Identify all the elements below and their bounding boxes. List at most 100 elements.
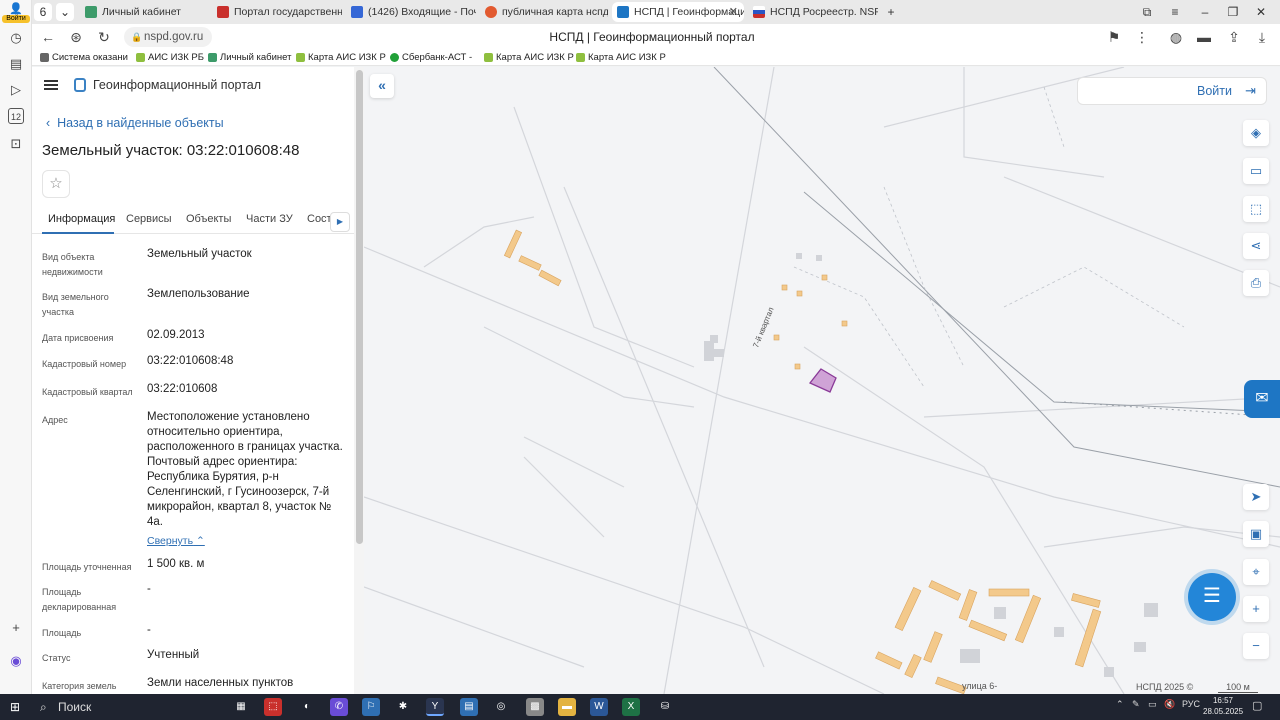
tab-count-button[interactable]: 6 [34,3,52,21]
menu-hamburger-icon[interactable] [44,80,58,90]
login-button[interactable]: Войти ⇥ [1077,77,1267,105]
tab-parts[interactable]: Части ЗУ [246,213,293,225]
share-icon[interactable]: ⇪ [1226,29,1242,45]
taskbar-clock[interactable]: 16:57 28.05.2025 [1203,695,1243,717]
search-location-icon[interactable]: ⌖ [1243,559,1269,585]
word-icon[interactable]: W [590,698,608,716]
collapse-panel-icon[interactable]: « [370,74,394,98]
window-app-icon[interactable]: ▤ [460,698,478,716]
back-to-results-link[interactable]: ‹ Назад в найденные объекты [46,116,224,130]
share-map-icon[interactable]: ⋖ [1243,233,1269,259]
maximize-icon[interactable]: ❐ [1224,3,1242,21]
app-icon[interactable]: ⚐ [362,698,380,716]
image-app-icon[interactable]: ▩ [526,698,544,716]
field-label: Дата присвоения [42,333,114,343]
new-tab-button[interactable]: + [882,3,900,21]
bookmark-flag-icon[interactable]: ⚑ [1106,29,1122,45]
profile-login-badge[interactable]: 👤 Войти [2,2,30,23]
bookmark-item[interactable]: АИС ИЗК РБ [136,51,204,65]
reload-icon[interactable]: ↻ [96,29,112,45]
collections-icon[interactable]: ▤ [8,56,24,72]
minimize-icon[interactable]: – [1196,3,1214,21]
bookmark-item[interactable]: Карта АИС ИЗК Р [484,51,574,65]
assistant-icon[interactable]: ◉ [8,653,24,669]
print-icon[interactable]: ⎙ [1243,270,1269,296]
field-value: 02.09.2013 [147,329,205,341]
pdf-app-icon[interactable]: ⬚ [264,698,282,716]
back-icon[interactable]: ← [40,29,56,45]
download-icon[interactable]: ⤓ [1254,29,1270,45]
bookmark-icon [136,53,145,62]
panel-scrollbar-thumb[interactable] [356,70,363,544]
tab-information[interactable]: Информация [48,213,115,225]
tabs-next-arrow-icon[interactable]: ▶ [330,212,350,232]
tray-battery-icon[interactable]: ▭ [1148,699,1157,710]
windows-start-icon[interactable]: ⊞ [10,700,24,714]
menu-icon[interactable]: ≡ [1166,3,1184,21]
messages-fab-icon[interactable]: ☰ [1188,573,1236,621]
url-field[interactable]: 🔒 nspd.gov.ru [124,27,212,47]
object-title: Земельный участок: 03:22:010608:48 [42,142,300,159]
more-icon[interactable]: ⋮ [1134,29,1150,45]
tab-search[interactable]: публичная карта нспд — [480,2,608,22]
excel-icon[interactable]: X [622,698,640,716]
chevron-down-icon[interactable]: ⌄ [56,3,74,21]
protect-icon[interactable]: ⊛ [68,29,84,45]
bookmark-item[interactable]: Система оказани [40,51,128,65]
play-icon[interactable]: ▷ [8,82,24,98]
history-icon[interactable]: ◷ [8,30,24,46]
calendar-icon[interactable]: 12 [8,108,24,124]
notifications-icon[interactable]: ▢ [1252,699,1262,712]
task-view-icon[interactable]: ▦ [232,698,250,716]
select-area-icon[interactable]: ⬚ [1243,196,1269,222]
map-canvas[interactable]: 7-й квартал улица 6- [364,67,1280,694]
field-label: Вид объекта недвижимости [42,252,103,277]
chrome-icon[interactable]: ◎ [492,698,510,716]
bookmark-label: Карта АИС ИЗК Р [496,52,574,63]
tab-title: публичная карта нспд — [502,6,608,18]
tab-objects[interactable]: Объекты [186,213,231,225]
bookmarks-icon[interactable]: ⧉ [1138,3,1156,21]
tab-rosreestr[interactable]: НСПД Росреестр. NSPD ге [748,2,878,22]
close-window-icon[interactable]: ✕ [1252,3,1270,21]
profile-login-label: Войти [2,15,30,23]
bookmark-item[interactable]: Личный кабинет [208,51,291,65]
tab-nspd-active[interactable]: НСПД | Геоинформаци ✕ [612,2,744,22]
yandex-browser-icon[interactable]: ◐ [298,698,316,716]
highlighted-parcel[interactable] [808,368,837,393]
tab-mail[interactable]: (1426) Входящие - Почта [346,2,476,22]
reader-icon[interactable]: ▬ [1196,29,1212,45]
bookmark-icon [296,53,305,62]
network-app-icon[interactable]: ⛁ [656,698,674,716]
extension-icon[interactable]: ◍ [1168,29,1184,45]
screenshot-icon[interactable]: ⊡ [8,136,24,152]
bookmark-item[interactable]: Сбербанк-АСТ - [390,51,472,65]
collapse-address-link[interactable]: Свернуть ⌃ [147,535,205,547]
geolocation-icon[interactable]: ➤ [1243,484,1269,510]
tab-personal-cabinet[interactable]: Личный кабинет [80,2,210,22]
tray-volume-icon[interactable]: 🔇 [1164,699,1175,710]
tray-overflow-icon[interactable]: ⌃ [1116,699,1124,710]
zoom-in-icon[interactable]: + [1243,596,1269,622]
viber-icon[interactable]: ✆ [330,698,348,716]
tray-pen-icon[interactable]: ✎ [1132,699,1140,710]
add-panel-icon[interactable]: + [8,620,24,636]
taskbar-search[interactable]: ⌕ Поиск [34,696,224,718]
zoom-out-icon[interactable]: − [1243,633,1269,659]
field-value: Землепользование [147,288,250,300]
bookmark-label: Личный кабинет [220,52,292,63]
basemap-icon[interactable]: ▣ [1243,521,1269,547]
app-gear-icon[interactable]: ✱ [394,698,412,716]
bookmark-item[interactable]: Карта АИС ИЗК Р [576,51,666,65]
feedback-chat-icon[interactable]: ✉ [1244,380,1280,418]
file-explorer-icon[interactable]: ▬ [558,698,576,716]
bookmark-item[interactable]: Карта АИС ИЗК Р [296,51,386,65]
favorite-star-icon[interactable]: ☆ [42,170,70,198]
tab-gosuslugi[interactable]: Портал государственных [212,2,342,22]
ruler-icon[interactable]: ▭ [1243,158,1269,184]
layers-icon[interactable]: ◈ [1243,120,1269,146]
yandex-active-icon[interactable]: Y [426,698,444,716]
close-tab-icon[interactable]: ✕ [729,2,738,22]
tray-language[interactable]: РУС [1182,699,1200,709]
tab-services[interactable]: Сервисы [126,213,172,225]
